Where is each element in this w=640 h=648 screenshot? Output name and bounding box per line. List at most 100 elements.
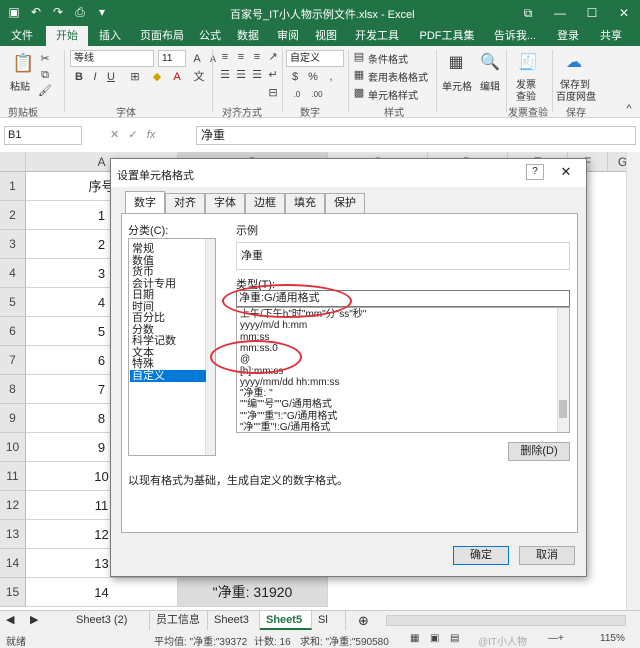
conditional-format-icon[interactable]: ▤ [352,50,366,64]
tab-developer[interactable]: 开发工具 [350,26,404,46]
format-list-scrollbar[interactable] [557,308,569,432]
format-code-item[interactable]: ""编""号""G/通用格式 [240,399,332,410]
tab-border[interactable]: 边框 [245,193,285,213]
tab-review[interactable]: 审阅 [272,26,304,46]
bold-icon[interactable]: B [72,70,86,84]
sheet-tab[interactable]: Sl [312,611,346,630]
category-item[interactable]: 科学记数 [132,335,176,347]
vertical-scrollbar[interactable] [626,152,640,610]
name-box[interactable]: B1 [4,126,82,145]
cut-icon[interactable]: ✂ [38,52,52,66]
format-code-item[interactable]: yyyy/mm/dd hh:mm:ss [240,377,339,388]
row-header[interactable]: 14 [0,549,26,578]
undo-icon[interactable]: ↶ [28,4,44,20]
cell-b[interactable]: "净重: 31920 [178,578,328,607]
tab-protection[interactable]: 保护 [325,193,365,213]
invoice-check-icon[interactable]: 🧾 [518,52,538,74]
tab-font[interactable]: 字体 [205,193,245,213]
redo-icon[interactable]: ↷ [50,4,66,20]
row-header[interactable]: 12 [0,491,26,520]
font-color-icon[interactable]: A [170,70,184,84]
category-item[interactable]: 货币 [132,266,154,278]
merge-center-icon[interactable]: ⊟ [266,86,280,100]
scroll-thumb[interactable] [559,400,567,418]
category-item[interactable]: 百分比 [132,312,165,324]
category-item[interactable]: 自定义 [130,369,206,382]
tell-me-search[interactable]: 告诉我... [484,26,546,46]
zoom-slider-icon[interactable]: —+ [548,633,564,644]
align-left-icon[interactable]: ☰ [218,68,232,82]
row-header[interactable]: 3 [0,230,26,259]
customize-qat-icon[interactable]: ▾ [94,4,110,20]
select-all-corner[interactable] [0,152,26,172]
align-right-icon[interactable]: ☰ [250,68,264,82]
fill-color-icon[interactable]: ◆ [150,70,164,84]
row-header[interactable]: 6 [0,317,26,346]
align-top-icon[interactable]: ≡ [218,50,232,64]
format-code-item[interactable]: ""净""重"!:"G/通用格式 [240,411,337,422]
decrease-decimal-icon[interactable]: .00 [310,88,324,102]
tab-number[interactable]: 数字 [125,191,165,213]
tab-pdf-tools[interactable]: PDF工具集 [418,26,476,46]
row-header[interactable]: 5 [0,288,26,317]
category-item[interactable]: 常规 [132,243,154,255]
cell-styles-button[interactable]: 单元格样式 [368,87,418,102]
format-as-table-icon[interactable]: ▦ [352,68,366,82]
category-item[interactable]: 数值 [132,255,154,267]
tab-view[interactable]: 视图 [310,26,342,46]
category-item[interactable]: 日期 [132,289,154,301]
orientation-icon[interactable]: ↗ [266,50,280,64]
cells-icon[interactable]: ▦ [446,52,466,74]
sign-in-link[interactable]: 登录 [552,26,584,46]
conditional-format-button[interactable]: 条件格式 [368,51,408,66]
format-as-table-button[interactable]: 套用表格格式 [368,69,428,84]
zoom-level[interactable]: 115% [600,633,625,644]
ok-button[interactable]: 确定 [453,546,509,565]
font-name-select[interactable]: 等线 [70,50,154,67]
editing-icon[interactable]: 🔍 [480,52,500,74]
editing-button[interactable]: 编辑 [480,78,500,93]
cell-styles-icon[interactable]: ▩ [352,86,366,100]
category-list[interactable]: 常规 数值 货币 会计专用 日期 时间 百分比 分数 科学记数 文本 特殊 自定义 [128,238,216,456]
row-header[interactable]: 1 [0,172,26,201]
delete-button[interactable]: 删除(D) [508,442,570,461]
font-size-select[interactable]: 11 [158,50,186,67]
help-icon[interactable]: ? [526,164,544,180]
collapse-ribbon-icon[interactable]: ^ [622,102,636,116]
cancel-enter-fx-icons[interactable]: ✕ ✓ fx [110,128,155,141]
align-middle-icon[interactable]: ≡ [234,50,248,64]
tab-home[interactable]: 开始 [46,26,88,46]
format-painter-icon[interactable]: 🖌 [38,84,52,98]
normal-view-icon[interactable]: ▦ [410,633,419,644]
italic-icon[interactable]: I [88,70,102,84]
tab-file[interactable]: 文件 [4,26,40,46]
category-item[interactable]: 文本 [132,347,154,359]
percent-icon[interactable]: % [306,70,320,84]
wrap-text-icon[interactable]: ↵ [266,68,280,82]
save-baidu-button-line2[interactable]: 百度网盘 [556,88,596,103]
category-scrollbar[interactable] [205,239,215,455]
align-center-icon[interactable]: ☰ [234,68,248,82]
sheet-tab[interactable]: Sheet3 (2) [70,611,150,630]
column-header[interactable]: G [608,152,626,172]
increase-font-icon[interactable]: A [190,52,204,66]
close-icon[interactable]: ✕ [556,163,576,181]
row-header[interactable]: 8 [0,375,26,404]
category-item[interactable]: 分数 [132,324,154,336]
page-layout-view-icon[interactable]: ▣ [430,633,439,644]
category-item[interactable]: 时间 [132,301,154,313]
add-sheet-icon[interactable]: ⊕ [352,611,374,630]
row-header[interactable]: 4 [0,259,26,288]
print-preview-icon[interactable]: ⎙ [72,4,88,20]
tab-formulas[interactable]: 公式 [194,26,226,46]
sheet-tab[interactable]: Sheet3 [208,611,260,630]
accounting-format-icon[interactable]: $ [288,70,302,84]
page-break-view-icon[interactable]: ▤ [450,633,459,644]
tab-fill[interactable]: 填充 [285,193,325,213]
minimize-icon[interactable]: — [544,0,576,26]
paste-button[interactable]: 粘贴 [10,78,30,93]
row-header[interactable]: 11 [0,462,26,491]
increase-decimal-icon[interactable]: .0 [290,88,304,102]
restore-icon[interactable]: ⧉ [512,0,544,26]
cell-a[interactable]: 14 [26,578,178,607]
